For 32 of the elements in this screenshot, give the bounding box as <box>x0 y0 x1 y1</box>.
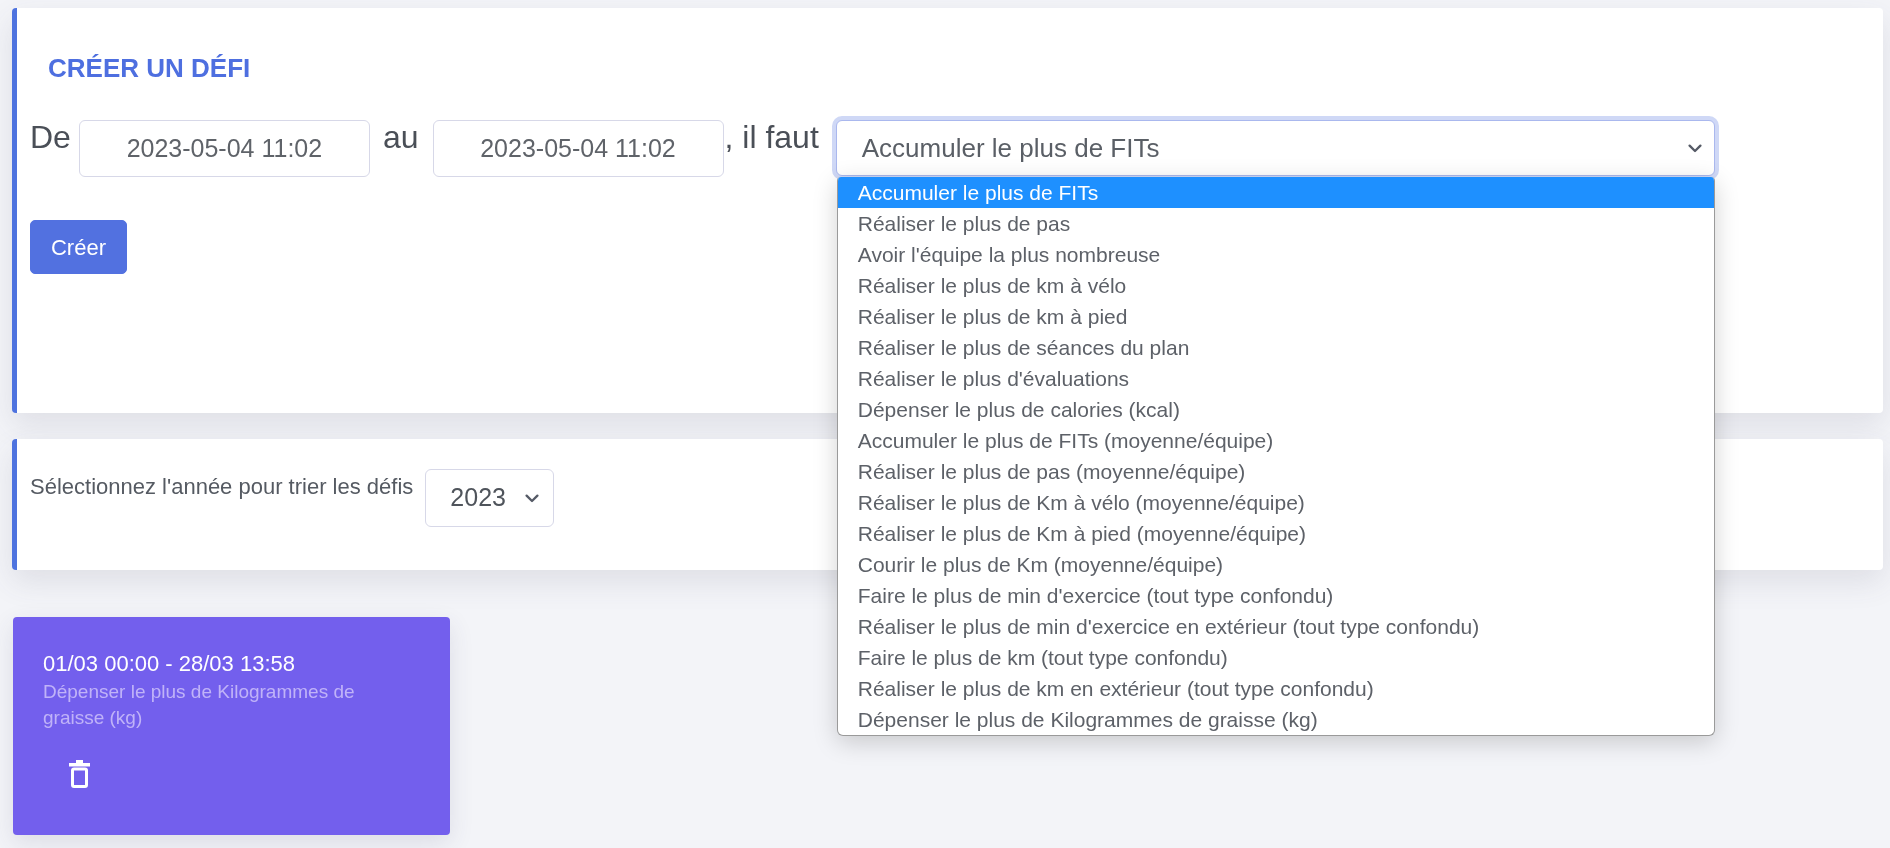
dropdown-option[interactable]: Réaliser le plus de séances du plan <box>837 332 1714 363</box>
start-date-field[interactable]: 2023-05-04 11:02 <box>78 120 370 177</box>
dropdown-option[interactable]: Réaliser le plus de Km à pied (moyenne/équipe) <box>837 518 1714 549</box>
condition-label: , il faut <box>724 118 819 156</box>
year-select[interactable]: 2023 <box>425 469 555 527</box>
dropdown-option[interactable]: Réaliser le plus de km à vélo <box>837 270 1714 301</box>
end-date-field[interactable]: 2023-05-04 11:02 <box>432 120 724 177</box>
dropdown-option[interactable]: Courir le plus de Km (moyenne/équipe) <box>837 549 1714 580</box>
dropdown-option[interactable]: Dépenser le plus de calories (kcal) <box>837 394 1714 425</box>
dropdown-option[interactable]: Dépenser le plus de Kilogrammes de graisse (kg) <box>837 704 1714 735</box>
trash-icon[interactable] <box>69 760 90 788</box>
to-label: au <box>382 118 419 156</box>
dropdown-option[interactable]: Faire le plus de min d'exercice (tout type confondu) <box>837 580 1714 611</box>
chevron-down-icon <box>525 493 540 503</box>
dropdown-option[interactable]: Réaliser le plus de km à pied <box>837 301 1714 332</box>
dropdown-option[interactable]: Réaliser le plus de Km à vélo (moyenne/équipe) <box>837 487 1714 518</box>
challenge-dates: 01/03 00:00 - 28/03 13:58 <box>43 650 296 678</box>
dropdown-option[interactable]: Faire le plus de km (tout type confondu) <box>837 642 1714 673</box>
challenge-goal: Dépenser le plus de Kilogrammes de graisse (kg) <box>43 680 356 730</box>
dropdown-option[interactable]: Accumuler le plus de FITs (moyenne/équipe) <box>837 425 1714 456</box>
dropdown-option[interactable]: Réaliser le plus de km en extérieur (tout type confondu) <box>837 673 1714 704</box>
dropdown-option[interactable]: Réaliser le plus d'évaluations <box>837 363 1714 394</box>
year-filter-label: Sélectionnez l'année pour trier les défis <box>30 473 414 501</box>
create-button[interactable]: Créer <box>30 220 127 274</box>
dropdown-option[interactable]: Avoir l'équipe la plus nombreuse <box>837 239 1714 270</box>
dropdown-option[interactable]: Réaliser le plus de min d'exercice en extérieur (tout type confondu) <box>837 611 1714 642</box>
from-label: De <box>30 118 71 156</box>
dropdown-option[interactable]: Réaliser le plus de pas (moyenne/équipe) <box>837 456 1714 487</box>
dropdown-option[interactable]: Accumuler le plus de FITs <box>837 177 1714 208</box>
chevron-down-icon <box>1687 143 1702 153</box>
dropdown-option[interactable]: Réaliser le plus de pas <box>837 208 1714 239</box>
panel-title: CRÉER UN DÉFI <box>48 53 251 83</box>
